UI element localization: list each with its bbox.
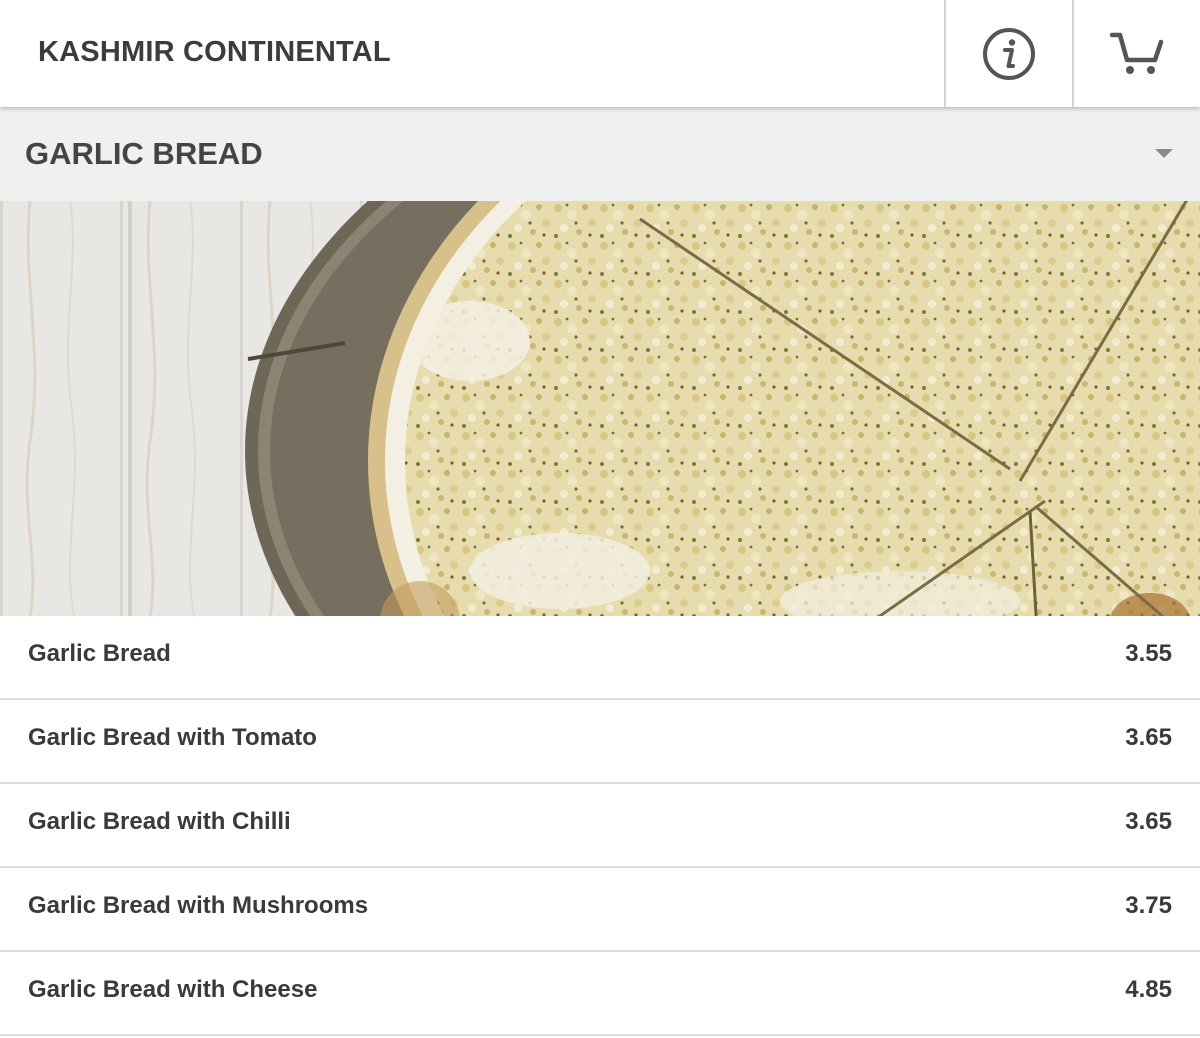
menu-item-name: Garlic Bread [28,640,171,667]
menu-item-price: 3.65 [1125,808,1172,835]
menu-item-price: 4.85 [1125,976,1172,1003]
menu-item-name: Garlic Bread with Mushrooms [28,892,369,919]
menu-item-list: Garlic Bread 3.55 Garlic Bread with Toma… [0,616,1200,1036]
menu-item[interactable]: Garlic Bread 3.55 [0,616,1200,700]
category-image [0,201,1200,616]
menu-item-price: 3.75 [1125,892,1172,919]
category-title: GARLIC BREAD [25,136,263,171]
menu-item-price: 3.65 [1125,724,1172,751]
info-icon [983,27,1035,80]
menu-item[interactable]: Garlic Bread with Chilli 3.65 [0,784,1200,868]
menu-item[interactable]: Garlic Bread with Tomato 3.65 [0,700,1200,784]
category-header-garlic-bread[interactable]: GARLIC BREAD [0,107,1200,201]
menu-item[interactable]: Garlic Bread with Cheese 4.85 [0,952,1200,1036]
menu-item-name: Garlic Bread with Cheese [28,976,318,1003]
caret-down-icon[interactable] [1155,149,1173,158]
restaurant-name: KASHMIR CONTINENTAL [38,36,391,68]
menu-item-name: Garlic Bread with Tomato [28,724,317,751]
garlic-bread-photo [0,201,1200,616]
top-bar: KASHMIR CONTINENTAL [0,0,1200,107]
cart-button[interactable] [1072,0,1200,107]
app: KASHMIR CONTINENTAL GARLIC BREAD Garlic … [0,0,1200,1038]
menu-item[interactable]: Garlic Bread with Mushrooms 3.75 [0,868,1200,952]
cart-icon [1109,32,1164,74]
info-button[interactable] [944,0,1072,107]
menu-item-name: Garlic Bread with Chilli [28,808,291,835]
menu-item-price: 3.55 [1125,640,1172,667]
